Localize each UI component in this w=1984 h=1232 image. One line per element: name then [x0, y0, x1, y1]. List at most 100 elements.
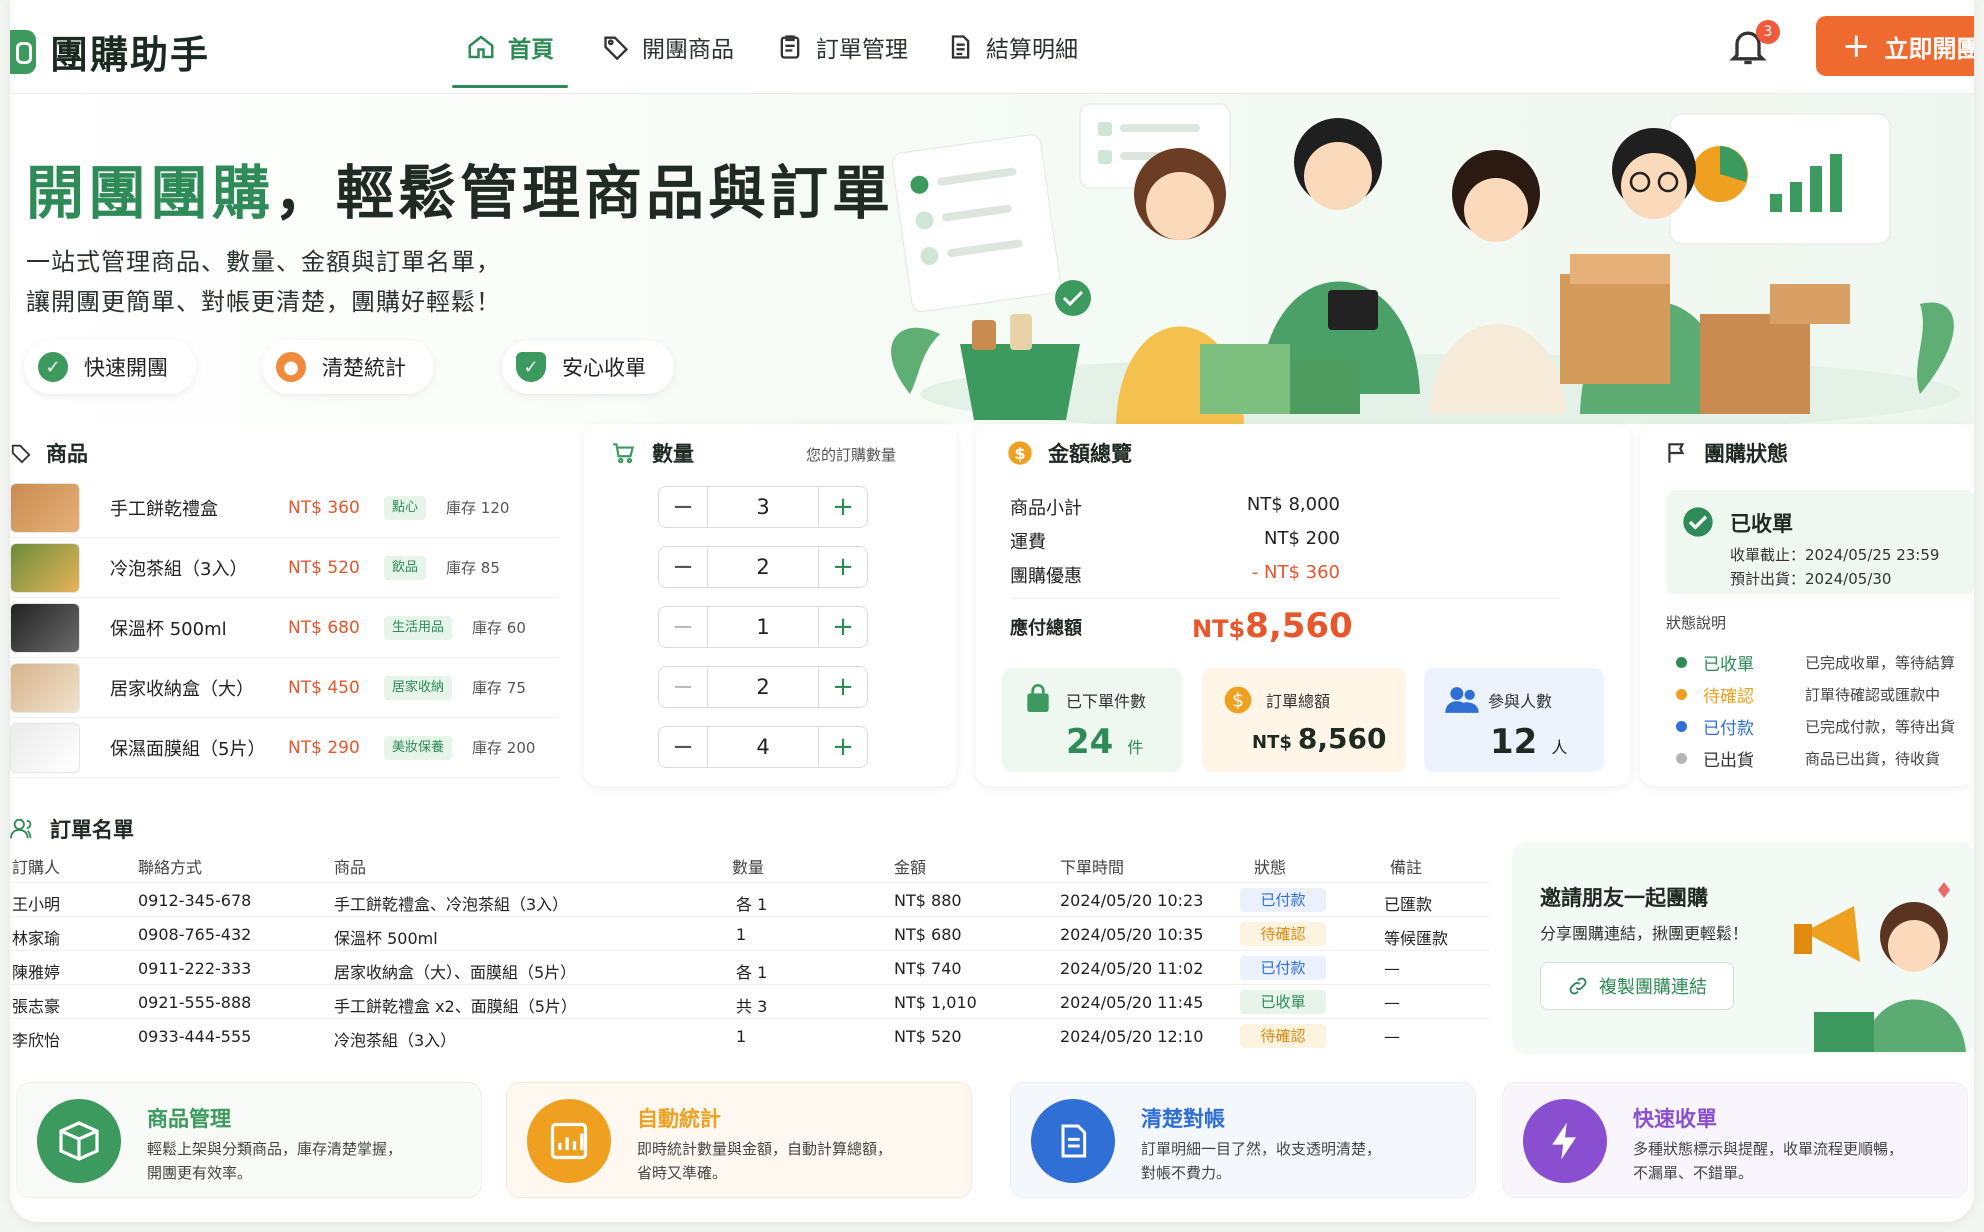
feature-description: 多種狀態標示與提醒，收單流程更順暢， 不漏單、不錯單。: [1633, 1137, 1903, 1185]
product-stock: 庫存 60: [472, 619, 526, 637]
cell-note: 已匯款: [1384, 895, 1433, 914]
pill-quick-start: ✓ 快速開團: [24, 340, 196, 394]
subtotal-value: NT$ 8,000: [1246, 494, 1340, 515]
pill-clear-stats: ● 清楚統計: [262, 340, 434, 394]
quantity-stepper[interactable]: − 2 +: [658, 546, 868, 588]
box-icon: [37, 1099, 121, 1183]
coin-icon: $: [1224, 686, 1252, 714]
status-name: 待確認: [1703, 687, 1754, 707]
svg-text:$: $: [1014, 444, 1025, 463]
quantity-stepper[interactable]: − 2 +: [658, 666, 868, 708]
quantity-value[interactable]: 4: [707, 727, 819, 767]
table-row[interactable]: 林家瑜 0908-765-432 保溫杯 500ml 1 NT$ 680 2024/05/…: [10, 916, 1490, 950]
stat-order-total-label: 訂單總額: [1266, 692, 1331, 711]
column-header[interactable]: 訂購人: [12, 854, 60, 878]
plus-button[interactable]: +: [819, 672, 867, 702]
products-header: 商品: [10, 438, 88, 468]
product-thumbnail: [10, 662, 80, 713]
product-thumbnail: [10, 722, 80, 773]
minus-button[interactable]: −: [659, 612, 707, 642]
shield-check-icon: ✓: [516, 352, 546, 382]
total-label: 應付總額: [1010, 618, 1082, 639]
cell-note: 等候匯款: [1384, 929, 1449, 948]
product-thumbnail: [10, 542, 80, 593]
amount-summary-card: $ 金額總覽 商品小計 NT$ 8,000 運費 NT$ 200 團購優惠 - NT$…: [976, 424, 1630, 786]
plus-button[interactable]: +: [819, 732, 867, 762]
minus-button[interactable]: −: [659, 552, 707, 582]
cell-phone: 0912-345-678: [138, 891, 252, 910]
app-name: 團購助手: [50, 33, 211, 77]
cell-qty: 1: [736, 925, 747, 944]
column-header[interactable]: 金額: [894, 854, 926, 878]
minus-button[interactable]: −: [659, 732, 707, 762]
current-status-box: 已收單 收單截止：2024/05/25 23:59 預計出貨：2024/05/3…: [1666, 490, 1974, 594]
product-name: 冷泡茶組（3入）: [110, 558, 248, 580]
stat-order-count-value: 24 件: [1066, 722, 1143, 762]
cart-icon: [613, 443, 635, 464]
status-desc: 已完成付款，等待出貨: [1805, 718, 1956, 736]
product-price: NT$ 520: [288, 557, 360, 578]
quantity-value[interactable]: 3: [707, 487, 819, 527]
minus-button[interactable]: −: [659, 492, 707, 522]
column-header[interactable]: 下單時間: [1060, 854, 1124, 878]
status-dot: [1676, 753, 1687, 764]
cell-amount: NT$ 1,010: [894, 993, 977, 1012]
column-header[interactable]: 聯絡方式: [138, 854, 202, 878]
nav-order-management[interactable]: 訂單管理: [776, 0, 908, 94]
discount-row: 團購優惠 - NT$ 360: [1010, 562, 1340, 588]
plus-button[interactable]: +: [819, 612, 867, 642]
cell-note: —: [1384, 959, 1400, 978]
stat-order-total-value: NT$ 8,560: [1252, 722, 1386, 755]
group-status-card: 團購狀態 已收單 收單截止：2024/05/25 23:59 預計出貨：2024…: [1640, 424, 1974, 786]
product-row[interactable]: 保濕面膜組（5片） NT$ 290 美妝保養 庫存 200: [10, 718, 558, 778]
pill-clear-stats-label: 清楚統計: [322, 356, 406, 380]
summary-header: $ 金額總覽: [1006, 438, 1132, 468]
feature-line2: 省時又準確。: [637, 1164, 728, 1182]
column-header[interactable]: 商品: [334, 854, 366, 878]
table-row[interactable]: 張志豪 0921-555-888 手工餅乾禮盒 x2、面膜組（5片） 共 3 NT$ 1…: [10, 984, 1490, 1018]
logo[interactable]: 團購助手: [10, 24, 210, 79]
product-row[interactable]: 冷泡茶組（3入） NT$ 520 飲品 庫存 85: [10, 538, 558, 598]
start-group-button[interactable]: + 立即開團: [1816, 16, 1974, 76]
cell-time: 2024/05/20 10:35: [1060, 925, 1204, 944]
quantity-value[interactable]: 1: [707, 607, 819, 647]
notification-badge: 3: [1756, 20, 1780, 44]
plus-button[interactable]: +: [819, 552, 867, 582]
close-time: 收單截止：2024/05/25 23:59: [1730, 546, 1940, 564]
ship-date: 預計出貨：2024/05/30: [1730, 570, 1892, 588]
nav-home[interactable]: 首頁: [452, 0, 568, 94]
product-row[interactable]: 保溫杯 500ml NT$ 680 生活用品 庫存 60: [10, 598, 558, 658]
status-legend-item: 已付款 已完成付款，等待出貨: [1676, 714, 1974, 739]
nav-settlement[interactable]: 結算明細: [946, 0, 1078, 94]
quantity-stepper[interactable]: − 4 +: [658, 726, 868, 768]
table-row[interactable]: 李欣怡 0933-444-555 冷泡茶組（3入） 1 NT$ 520 2024/05/2…: [10, 1018, 1490, 1052]
copy-link-button[interactable]: 複製團購連結: [1540, 962, 1734, 1010]
status-name: 已付款: [1703, 719, 1754, 739]
column-header[interactable]: 數量: [732, 854, 764, 878]
people-icon: ●: [276, 352, 306, 382]
minus-button[interactable]: −: [659, 672, 707, 702]
feature-card: 商品管理 輕鬆上架與分類商品，庫存清楚掌握， 開團更有效率。: [16, 1082, 482, 1198]
nav-group-products[interactable]: 開團商品: [602, 0, 734, 94]
product-row[interactable]: 手工餅乾禮盒 NT$ 360 點心 庫存 120: [10, 478, 558, 538]
product-price: NT$ 450: [288, 677, 360, 698]
product-row[interactable]: 居家收納盒（大） NT$ 450 居家收納 庫存 75: [10, 658, 558, 718]
quantity-stepper[interactable]: − 1 +: [658, 606, 868, 648]
logo-icon: [10, 29, 36, 74]
product-stock: 庫存 120: [446, 499, 510, 517]
plus-button[interactable]: +: [819, 492, 867, 522]
table-row[interactable]: 陳雅婷 0911-222-333 居家收納盒（大）、面膜組（5片） 各 1 NT$ 74…: [10, 950, 1490, 984]
status-dot: [1676, 721, 1687, 732]
link-icon: [1569, 977, 1587, 995]
copy-link-label: 複製團購連結: [1599, 977, 1707, 998]
table-row[interactable]: 王小明 0912-345-678 手工餅乾禮盒、冷泡茶組（3入） 各 1 NT$ 880…: [10, 882, 1490, 916]
hero-subtitle-line1: 一站式管理商品、數量、金額與訂單名單，: [26, 248, 501, 276]
quantity-stepper[interactable]: − 3 +: [658, 486, 868, 528]
cell-amount: NT$ 520: [894, 1027, 962, 1046]
invite-card: 邀請朋友一起團購 分享團購連結，揪團更輕鬆！ 複製團購連結: [1512, 842, 1974, 1054]
column-header[interactable]: 狀態: [1254, 854, 1286, 878]
quantity-value[interactable]: 2: [707, 667, 819, 707]
quantity-value[interactable]: 2: [707, 547, 819, 587]
order-total-currency: NT$: [1252, 732, 1292, 753]
column-header[interactable]: 備註: [1390, 854, 1422, 878]
